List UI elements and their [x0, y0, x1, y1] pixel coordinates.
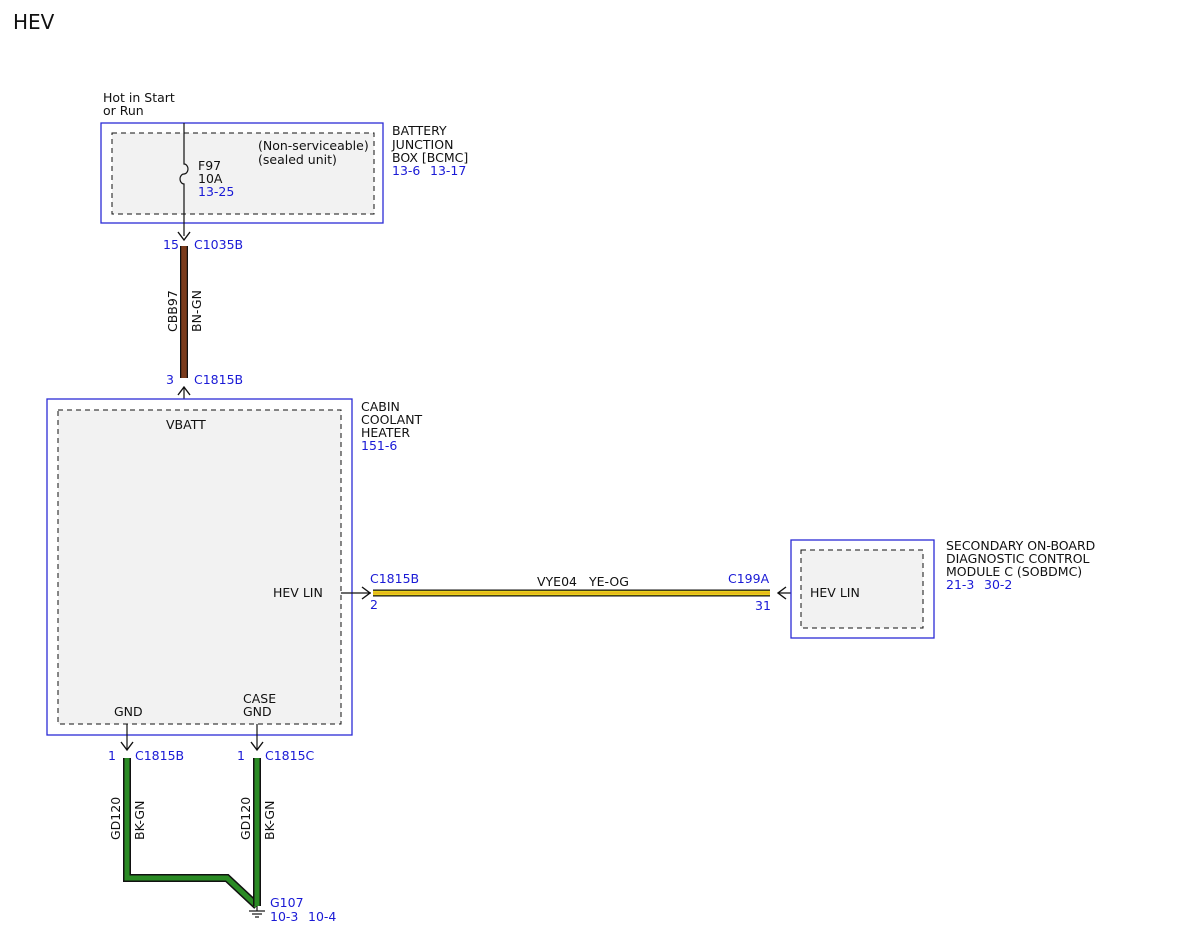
bjb-note-line1: (Non-serviceable): [258, 138, 369, 153]
heater-gnd-label: GND: [114, 704, 143, 719]
gnd-wire-1-pin: 1: [108, 748, 116, 763]
wiring-diagram: HEV Hot in Start or Run (Non-serviceable…: [13, 10, 1095, 924]
wire-cbb97-circuit: CBB97: [165, 290, 180, 332]
heater-vbatt-label: VBATT: [166, 417, 206, 432]
lin-wire-right-pin: 31: [755, 598, 771, 613]
lin-wire-color: YE-OG: [588, 574, 629, 589]
gnd-wire-2-connector[interactable]: C1815C: [265, 748, 315, 763]
sobdmc-hev-lin-label: HEV LIN: [810, 585, 860, 600]
fuse-ref[interactable]: 13-25: [198, 184, 234, 199]
lin-wire-left-connector[interactable]: C1815B: [370, 571, 419, 586]
cabin-coolant-heater[interactable]: [46, 398, 353, 736]
power-source-label-line2: or Run: [103, 103, 144, 118]
gnd-wire-1-circuit: GD120: [108, 797, 123, 840]
ground-icon[interactable]: [249, 906, 265, 918]
sobdmc-ref-2[interactable]: 30-2: [984, 577, 1012, 592]
wire-cbb97-top-pin: 15: [163, 237, 179, 252]
ground-ref-1[interactable]: 10-3: [270, 909, 298, 924]
bjb-ref-1[interactable]: 13-6: [392, 163, 420, 178]
heater-case-gnd-label-line2: GND: [243, 704, 272, 719]
gnd-wire-2-circuit: GD120: [238, 797, 253, 840]
bjb-name-line1: BATTERY: [392, 123, 447, 138]
bjb-ref-2[interactable]: 13-17: [430, 163, 466, 178]
ground-ref-2[interactable]: 10-4: [308, 909, 336, 924]
gnd-wire-2-pin: 1: [237, 748, 245, 763]
heater-ref[interactable]: 151-6: [361, 438, 397, 453]
bjb-note-line2: (sealed unit): [258, 152, 337, 167]
gnd-wire-1-connector[interactable]: C1815B: [135, 748, 184, 763]
wire-cbb97-bottom-connector[interactable]: C1815B: [194, 372, 243, 387]
wire-cbb97-bottom-pin: 3: [166, 372, 174, 387]
wire-cbb97-top-connector[interactable]: C1035B: [194, 237, 243, 252]
lin-wire-right-connector[interactable]: C199A: [728, 571, 770, 586]
heater-hev-lin-label: HEV LIN: [273, 585, 323, 600]
sobdmc-ref-1[interactable]: 21-3: [946, 577, 974, 592]
wire-cbb97-color: BN-GN: [189, 290, 204, 332]
lin-wire-left-pin: 2: [370, 597, 378, 612]
gnd-wire-1-color: BK-GN: [132, 801, 147, 840]
gnd-wire-2-color: BK-GN: [262, 801, 277, 840]
ground-name[interactable]: G107: [270, 895, 304, 910]
page-title: HEV: [13, 10, 55, 34]
lin-wire-circuit: VYE04: [537, 574, 577, 589]
